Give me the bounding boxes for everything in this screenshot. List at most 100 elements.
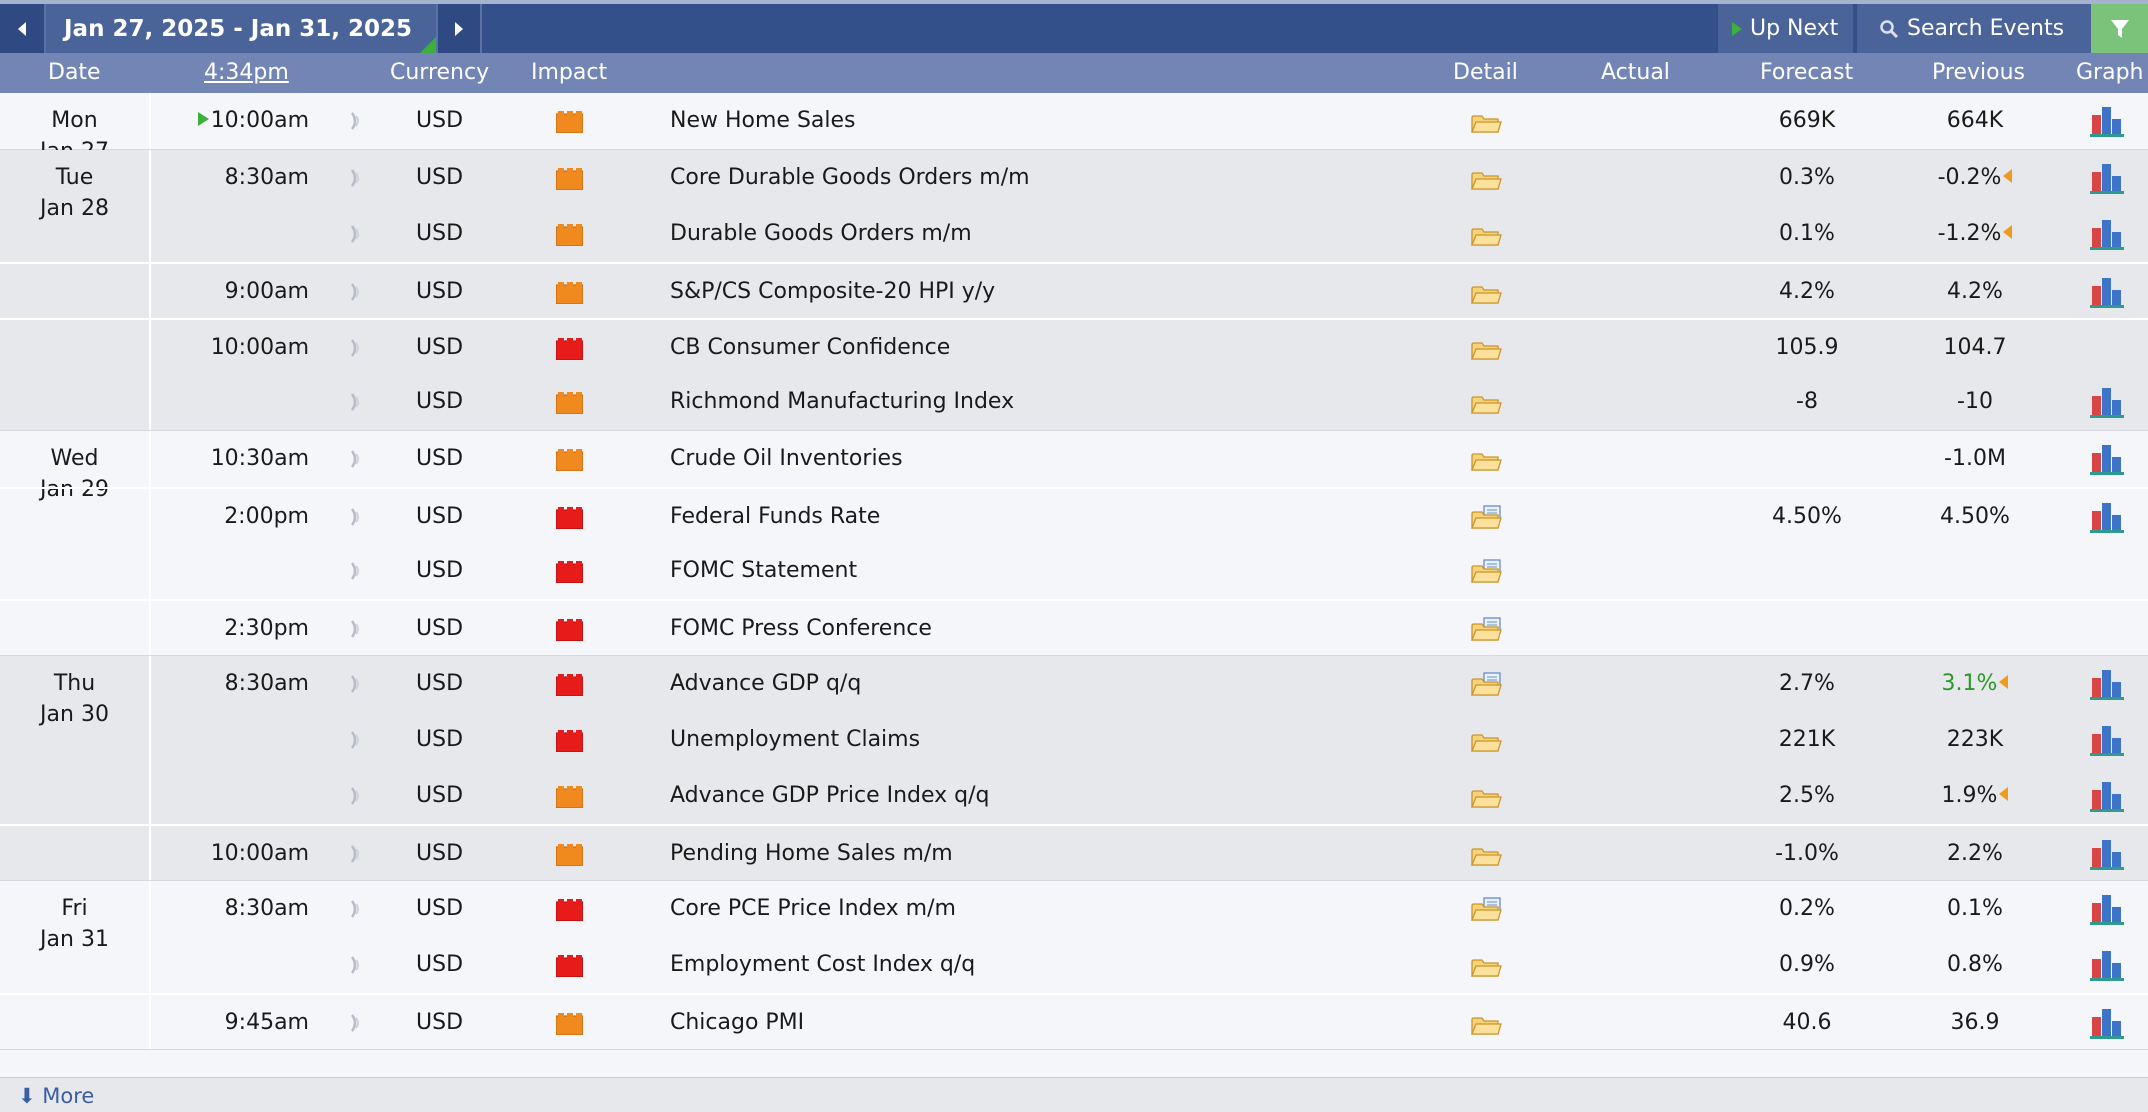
detail-folder-icon[interactable] [1470,842,1504,868]
event-row[interactable]: USD Durable Goods Orders m/m 0.1% -1.2% [0,206,2148,262]
event-row[interactable]: USD Unemployment Claims 221K 223K [0,712,2148,768]
graph-icon[interactable] [2090,162,2126,194]
sound-alert-icon[interactable] [348,673,364,695]
up-next-label: Up Next [1750,16,1839,41]
event-title[interactable]: FOMC Statement [670,558,857,583]
graph-icon[interactable] [2090,443,2126,475]
event-row[interactable]: USD Employment Cost Index q/q 0.9% 0.8% [0,937,2148,993]
detail-folder-icon[interactable] [1470,784,1504,810]
sound-alert-icon[interactable] [348,729,364,751]
event-row[interactable]: 8:30am USD Advance GDP q/q 2.7% 3.1% [0,656,2148,712]
event-row[interactable]: USD Richmond Manufacturing Index -8 -10 [0,374,2148,430]
sound-alert-icon[interactable] [348,785,364,807]
current-time-link[interactable]: 4:34pm [204,60,289,85]
graph-icon[interactable] [2090,780,2126,812]
detail-folder-icon[interactable] [1470,222,1504,248]
event-row[interactable]: 9:45am USD Chicago PMI 40.6 36.9 [0,993,2148,1049]
sound-alert-icon[interactable] [348,281,364,303]
sound-alert-icon[interactable] [348,843,364,865]
detail-folder-icon[interactable] [1470,728,1504,754]
day-group: Fri Jan 31 8:30am USD Core PCE Price Index m… [0,881,2148,1050]
graph-icon[interactable] [2090,386,2126,418]
next-week-button[interactable] [436,4,482,53]
sound-alert-icon[interactable] [348,448,364,470]
event-title[interactable]: FOMC Press Conference [670,616,932,641]
graph-icon[interactable] [2090,501,2126,533]
detail-folder-icon[interactable] [1470,447,1504,473]
sound-alert-icon[interactable] [348,223,364,245]
detail-folder-icon[interactable] [1470,953,1504,979]
event-row[interactable]: 2:00pm USD Federal Funds Rate 4.50% 4.50% [0,487,2148,543]
event-row[interactable]: 10:00am USD Pending Home Sales m/m -1.0% 2.2… [0,824,2148,880]
event-row[interactable]: 10:30am USD Crude Oil Inventories -1.0M [0,431,2148,487]
graph-icon[interactable] [2090,105,2126,137]
sound-alert-icon[interactable] [348,954,364,976]
date-range-label[interactable]: Jan 27, 2025 - Jan 31, 2025 [46,4,436,53]
event-row[interactable]: USD FOMC Statement [0,543,2148,599]
sound-alert-icon[interactable] [348,1012,364,1034]
filter-button[interactable] [2091,4,2148,53]
event-row[interactable]: 9:00am USD S&P/CS Composite-20 HPI y/y 4.2%… [0,262,2148,318]
event-title[interactable]: New Home Sales [670,108,856,133]
sound-alert-icon[interactable] [348,391,364,413]
detail-folder-story-icon[interactable] [1470,617,1504,643]
detail-folder-icon[interactable] [1470,336,1504,362]
sound-alert-icon[interactable] [348,110,364,132]
sound-alert-icon[interactable] [348,506,364,528]
event-time-text: 9:45am [224,1010,309,1035]
column-actual: Actual [1601,60,1670,85]
event-row[interactable]: 10:00am USD New Home Sales 669K 664K [0,93,2148,149]
event-title[interactable]: Chicago PMI [670,1010,804,1035]
graph-icon[interactable] [2090,276,2126,308]
event-title[interactable]: Core PCE Price Index m/m [670,896,956,921]
sound-alert-icon[interactable] [348,618,364,640]
event-row[interactable]: 10:00am USD CB Consumer Confidence 105.9 104… [0,318,2148,374]
detail-folder-story-icon[interactable] [1470,897,1504,923]
detail-folder-icon[interactable] [1470,1011,1504,1037]
event-row[interactable]: 8:30am USD Core PCE Price Index m/m 0.2% 0.1… [0,881,2148,937]
sound-alert-icon[interactable] [348,337,364,359]
event-currency: USD [416,108,464,133]
event-title[interactable]: CB Consumer Confidence [670,335,950,360]
event-currency: USD [416,446,464,471]
graph-icon[interactable] [2090,724,2126,756]
graph-icon[interactable] [2090,893,2126,925]
sound-alert-icon[interactable] [348,898,364,920]
event-row[interactable]: 8:30am USD Core Durable Goods Orders m/m 0.… [0,150,2148,206]
up-next-button[interactable]: Up Next [1718,4,1855,53]
event-title[interactable]: Richmond Manufacturing Index [670,389,1014,414]
detail-folder-story-icon[interactable] [1470,505,1504,531]
previous-week-button[interactable] [0,4,46,53]
detail-folder-icon[interactable] [1470,166,1504,192]
graph-icon[interactable] [2090,838,2126,870]
graph-icon[interactable] [2090,668,2126,700]
event-title[interactable]: Advance GDP q/q [670,671,861,696]
detail-folder-story-icon[interactable] [1470,672,1504,698]
graph-icon[interactable] [2090,1007,2126,1039]
arrow-right-icon [455,21,463,36]
event-title[interactable]: Crude Oil Inventories [670,446,903,471]
detail-folder-icon[interactable] [1470,109,1504,135]
event-row[interactable]: USD Advance GDP Price Index q/q 2.5% 1.9% [0,768,2148,824]
event-title[interactable]: Pending Home Sales m/m [670,841,953,866]
graph-icon[interactable] [2090,218,2126,250]
medium-impact-icon [556,786,583,808]
event-previous-value: 664K [1946,108,2004,133]
graph-icon[interactable] [2090,949,2126,981]
event-title[interactable]: Unemployment Claims [670,727,920,752]
detail-folder-icon[interactable] [1470,280,1504,306]
event-row[interactable]: 2:30pm USD FOMC Press Conference [0,599,2148,655]
event-title[interactable]: Employment Cost Index q/q [670,952,975,977]
event-title[interactable]: Core Durable Goods Orders m/m [670,165,1030,190]
event-title[interactable]: Advance GDP Price Index q/q [670,783,990,808]
search-events-button[interactable]: Search Events [1857,4,2091,53]
event-title[interactable]: Federal Funds Rate [670,504,880,529]
sound-alert-icon[interactable] [348,167,364,189]
event-forecast: 221K [1778,727,1836,752]
detail-folder-icon[interactable] [1470,390,1504,416]
detail-folder-story-icon[interactable] [1470,559,1504,585]
event-title[interactable]: S&P/CS Composite-20 HPI y/y [670,279,995,304]
more-link[interactable]: ⬇ More [0,1077,2148,1112]
sound-alert-icon[interactable] [348,560,364,582]
event-title[interactable]: Durable Goods Orders m/m [670,221,972,246]
